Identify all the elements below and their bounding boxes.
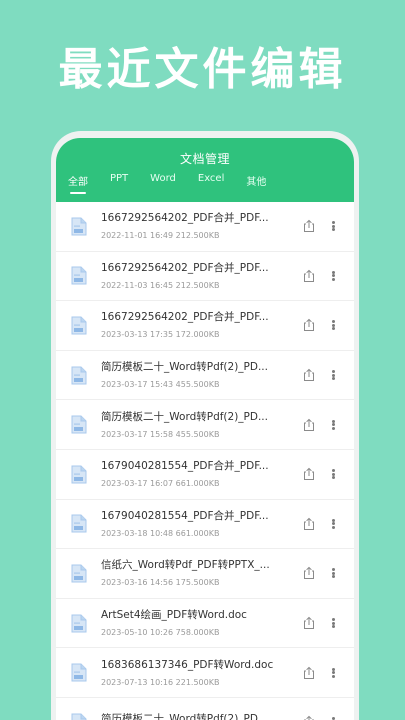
- more-vertical-icon[interactable]: [326, 269, 340, 283]
- app-header: 文档管理 全部 PPT Word Excel 其他: [56, 138, 354, 202]
- file-list: 1667292564202_PDF合并_PDF... 2022-11-01 16…: [56, 202, 354, 720]
- page-title: 文档管理: [179, 152, 230, 166]
- document-icon: [71, 614, 87, 633]
- file-meta: 2023-03-17 16:07 661.000KB: [101, 479, 220, 489]
- file-meta: 2023-03-18 10:48 661.000KB: [101, 528, 220, 538]
- file-name: 简历模板二十_Word转Pdf(2)_PD...: [101, 361, 268, 374]
- document-icon: [71, 713, 87, 720]
- tab-all[interactable]: 全部: [68, 173, 88, 194]
- file-row[interactable]: ArtSet4绘画_PDF转Word.doc 2023-05-10 10:26 …: [56, 598, 354, 649]
- file-row[interactable]: 1667292564202_PDF合并_PDF... 2022-11-03 16…: [56, 251, 354, 302]
- file-meta: 2023-03-16 14:56 175.500KB: [101, 578, 220, 588]
- file-info: ArtSet4绘画_PDF转Word.doc 2023-05-10 10:26 …: [101, 608, 294, 638]
- more-vertical-icon[interactable]: [326, 318, 340, 332]
- filter-tabs: 全部 PPT Word Excel 其他: [68, 173, 288, 194]
- file-meta: 2022-11-01 16:49 212.500KB: [101, 231, 220, 241]
- document-icon: [71, 316, 87, 335]
- file-row[interactable]: 简历模板二十_Word转Pdf(2)_PD... 2023-03-17 15:5…: [56, 400, 354, 450]
- document-icon: [71, 514, 87, 533]
- file-info: 1667292564202_PDF合并_PDF... 2022-11-03 16…: [101, 261, 294, 291]
- file-name: 简历模板二十_Word转Pdf(2)_PD...: [101, 713, 268, 720]
- tab-ppt[interactable]: PPT: [110, 173, 128, 193]
- file-info: 1683686137346_PDF转Word.doc 2023-07-13 10…: [101, 658, 294, 688]
- file-info: 1679040281554_PDF合并_PDF... 2023-03-17 16…: [101, 459, 294, 489]
- file-name: 1679040281554_PDF合并_PDF...: [101, 460, 269, 473]
- share-icon[interactable]: [302, 368, 316, 382]
- file-name: 1667292564202_PDF合并_PDF...: [101, 261, 269, 274]
- file-meta: 2023-05-10 10:26 758.000KB: [101, 628, 220, 638]
- file-info: 简历模板二十_Word转Pdf(2)_PD...: [101, 712, 294, 720]
- file-info: 1667292564202_PDF合并_PDF... 2023-03-13 17…: [101, 310, 294, 340]
- more-vertical-icon[interactable]: [326, 566, 340, 580]
- file-name: 1667292564202_PDF合并_PDF...: [101, 212, 269, 225]
- share-icon[interactable]: [302, 715, 316, 720]
- share-icon[interactable]: [302, 666, 316, 680]
- share-icon[interactable]: [302, 269, 316, 283]
- more-vertical-icon[interactable]: [326, 418, 340, 432]
- tab-other[interactable]: 其他: [246, 173, 266, 193]
- file-meta: 2023-03-17 15:43 455.500KB: [101, 380, 220, 390]
- file-info: 1667292564202_PDF合并_PDF... 2022-11-01 16…: [101, 211, 294, 241]
- file-meta: 2023-03-17 15:58 455.500KB: [101, 429, 220, 439]
- file-info: 简历模板二十_Word转Pdf(2)_PD... 2023-03-17 15:5…: [101, 410, 294, 440]
- file-name: 1667292564202_PDF合并_PDF...: [101, 311, 269, 324]
- file-row[interactable]: 1667292564202_PDF合并_PDF... 2022-11-01 16…: [56, 202, 354, 252]
- file-name: 简历模板二十_Word转Pdf(2)_PD...: [101, 410, 268, 423]
- more-vertical-icon[interactable]: [326, 219, 340, 233]
- file-row[interactable]: 1679040281554_PDF合并_PDF... 2023-03-18 10…: [56, 499, 354, 550]
- file-name: 1683686137346_PDF转Word.doc: [101, 658, 274, 671]
- more-vertical-icon[interactable]: [326, 715, 340, 720]
- share-icon[interactable]: [302, 566, 316, 580]
- more-vertical-icon[interactable]: [326, 467, 340, 481]
- more-vertical-icon[interactable]: [326, 368, 340, 382]
- more-vertical-icon[interactable]: [326, 666, 340, 680]
- file-meta: 2023-07-13 10:16 221.500KB: [101, 677, 220, 687]
- document-icon: [71, 564, 87, 583]
- file-name: 信纸六_Word转Pdf_PDF转PPTX_...: [101, 559, 270, 572]
- tab-word[interactable]: Word: [150, 173, 176, 193]
- phone-frame: 文档管理 全部 PPT Word Excel 其他 1667292564202_…: [51, 131, 359, 720]
- app-screen: 文档管理 全部 PPT Word Excel 其他 1667292564202_…: [56, 138, 354, 720]
- document-icon: [71, 366, 87, 385]
- file-row[interactable]: 1679040281554_PDF合并_PDF... 2023-03-17 16…: [56, 449, 354, 500]
- file-info: 简历模板二十_Word转Pdf(2)_PD... 2023-03-17 15:4…: [101, 360, 294, 390]
- document-icon: [71, 415, 87, 434]
- document-icon: [71, 266, 87, 285]
- share-icon[interactable]: [302, 517, 316, 531]
- share-icon[interactable]: [302, 616, 316, 630]
- more-vertical-icon[interactable]: [326, 517, 340, 531]
- file-row[interactable]: 信纸六_Word转Pdf_PDF转PPTX_... 2023-03-16 14:…: [56, 549, 354, 599]
- document-icon: [71, 465, 87, 484]
- file-row[interactable]: 1683686137346_PDF转Word.doc 2023-07-13 10…: [56, 648, 354, 698]
- share-icon[interactable]: [302, 219, 316, 233]
- tab-excel[interactable]: Excel: [198, 173, 225, 193]
- document-icon: [71, 217, 87, 236]
- more-vertical-icon[interactable]: [326, 616, 340, 630]
- file-meta: 2023-03-13 17:35 172.000KB: [101, 330, 220, 340]
- share-icon[interactable]: [302, 318, 316, 332]
- document-icon: [71, 663, 87, 682]
- share-icon[interactable]: [302, 467, 316, 481]
- file-info: 信纸六_Word转Pdf_PDF转PPTX_... 2023-03-16 14:…: [101, 558, 294, 588]
- file-row[interactable]: 简历模板二十_Word转Pdf(2)_PD...: [56, 697, 354, 720]
- share-icon[interactable]: [302, 418, 316, 432]
- file-name: 1679040281554_PDF合并_PDF...: [101, 509, 269, 522]
- file-info: 1679040281554_PDF合并_PDF... 2023-03-18 10…: [101, 509, 294, 539]
- hero-title: 最近文件编辑: [58, 44, 347, 95]
- file-meta: 2022-11-03 16:45 212.500KB: [101, 280, 220, 290]
- file-row[interactable]: 1667292564202_PDF合并_PDF... 2023-03-13 17…: [56, 301, 354, 351]
- file-row[interactable]: 简历模板二十_Word转Pdf(2)_PD... 2023-03-17 15:4…: [56, 350, 354, 401]
- file-name: ArtSet4绘画_PDF转Word.doc: [101, 609, 247, 622]
